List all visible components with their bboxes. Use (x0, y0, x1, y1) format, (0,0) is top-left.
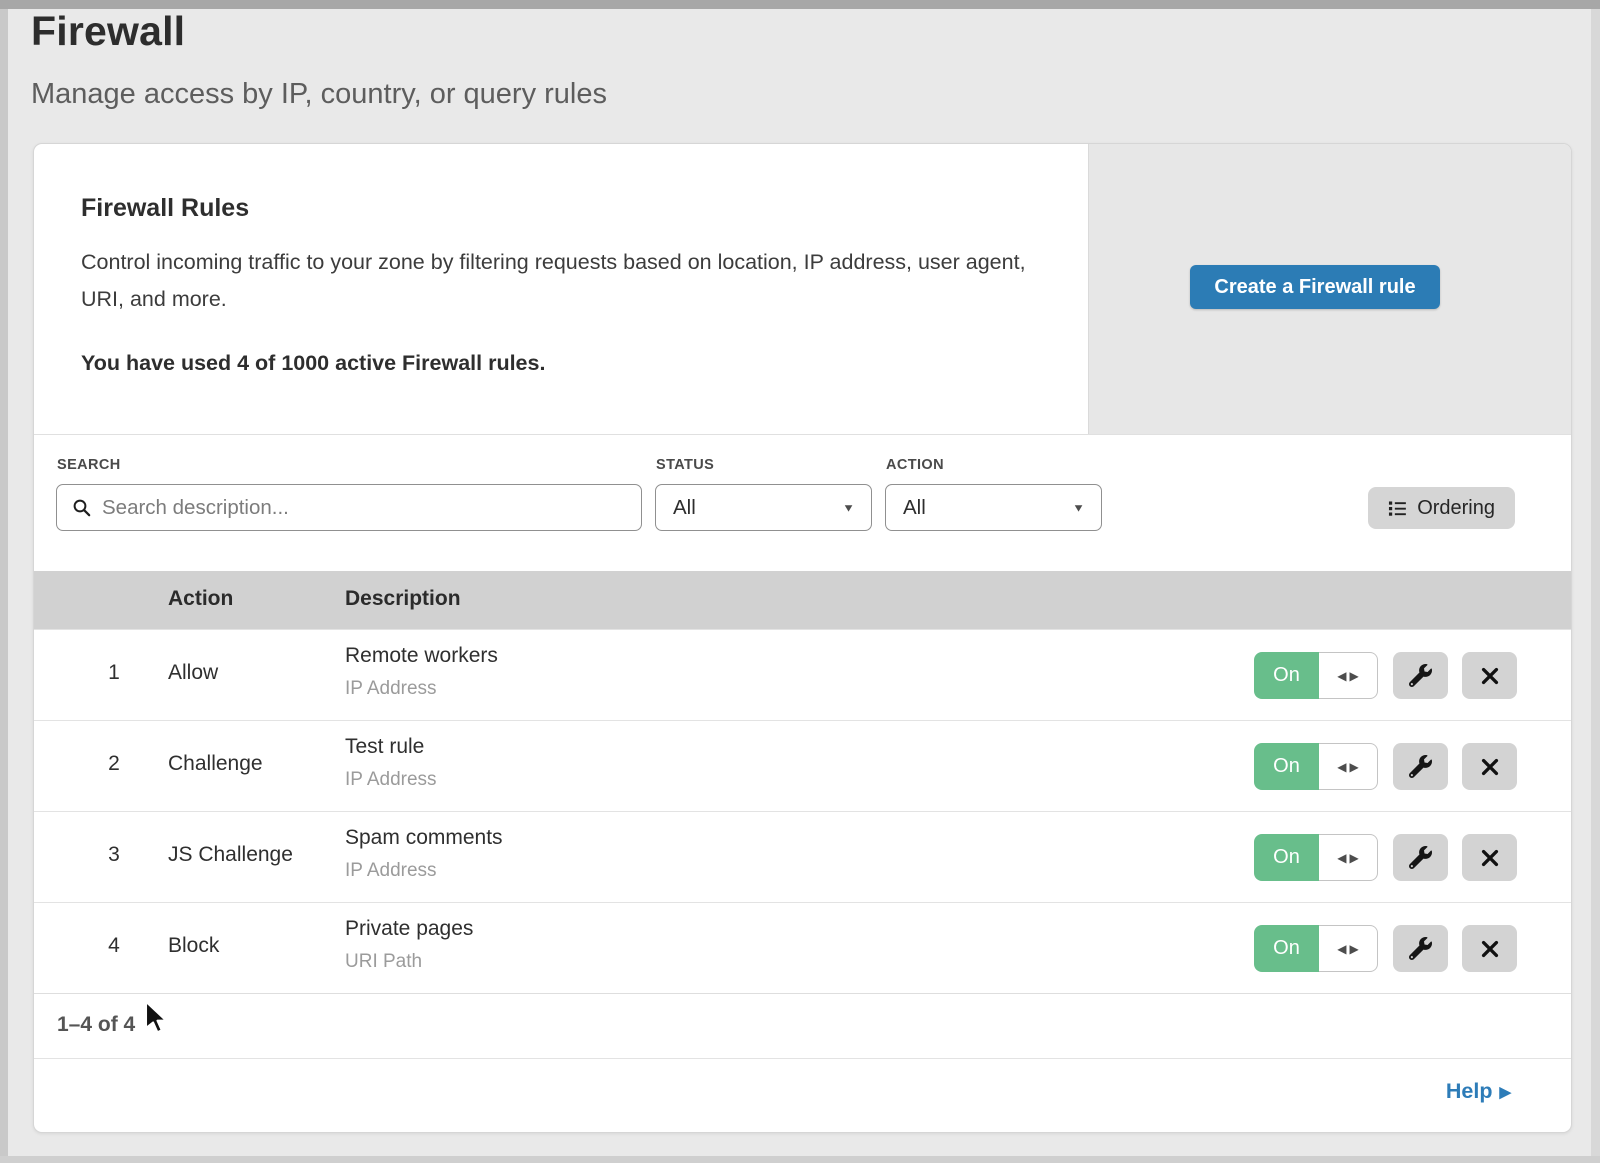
toggle-handle[interactable]: ◀ ▶ (1319, 925, 1378, 972)
rule-priority: 3 (94, 843, 134, 867)
toggle-on-label[interactable]: On (1254, 834, 1319, 881)
action-label: ACTION (886, 457, 944, 473)
table-row: 3 JS Challenge Spam comments IP Address … (34, 811, 1571, 902)
rule-enabled-toggle[interactable]: On ◀ ▶ (1254, 652, 1378, 699)
wrench-icon (1409, 664, 1432, 687)
column-header-action: Action (168, 587, 233, 611)
search-input[interactable] (92, 496, 641, 520)
chevron-right-icon: ▶ (1350, 942, 1359, 956)
overview-heading: Firewall Rules (81, 194, 249, 223)
chevron-right-icon: ▶ (1350, 851, 1359, 865)
status-select-value: All (673, 496, 696, 520)
page-title: Firewall (31, 8, 185, 55)
toggle-handle[interactable]: ◀ ▶ (1319, 834, 1378, 881)
ordering-button[interactable]: Ordering (1368, 487, 1515, 529)
chevron-down-icon: ▼ (1072, 501, 1085, 514)
rule-field: URI Path (345, 951, 422, 973)
rule-description: Spam comments (345, 826, 503, 850)
rule-description: Private pages (345, 917, 473, 941)
table-row: 4 Block Private pages URI Path On ◀ ▶ (34, 902, 1571, 993)
chevron-right-icon: ▶ (1350, 760, 1359, 774)
overview-usage: You have used 4 of 1000 active Firewall … (81, 351, 545, 376)
edit-rule-button[interactable] (1393, 743, 1448, 790)
close-icon (1479, 847, 1501, 869)
rule-field: IP Address (345, 769, 437, 791)
close-icon (1479, 938, 1501, 960)
delete-rule-button[interactable] (1462, 834, 1517, 881)
delete-rule-button[interactable] (1462, 925, 1517, 972)
rule-action: Challenge (168, 752, 263, 776)
edit-rule-button[interactable] (1393, 834, 1448, 881)
wrench-icon (1409, 937, 1432, 960)
pagination-range: 1–4 of 4 (57, 1013, 135, 1037)
chevron-left-icon: ◀ (1337, 942, 1346, 956)
rule-description: Test rule (345, 735, 424, 759)
close-icon (1479, 665, 1501, 687)
help-arrow-icon: ▶ (1499, 1083, 1511, 1101)
search-label: SEARCH (57, 457, 121, 473)
action-select[interactable]: All ▼ (885, 484, 1102, 531)
wrench-icon (1409, 755, 1432, 778)
page-subtitle: Manage access by IP, country, or query r… (31, 78, 607, 111)
rule-action: Allow (168, 661, 218, 685)
window-edge-left (0, 9, 8, 1163)
rule-priority: 2 (94, 752, 134, 776)
chevron-left-icon: ◀ (1337, 669, 1346, 683)
pagination-bar: 1–4 of 4 (34, 993, 1571, 1058)
overview-section: Firewall Rules Control incoming traffic … (34, 144, 1571, 434)
firewall-rules-card: Firewall Rules Control incoming traffic … (33, 143, 1572, 1133)
edit-rule-button[interactable] (1393, 925, 1448, 972)
table-row: 2 Challenge Test rule IP Address On ◀ ▶ (34, 720, 1571, 811)
toggle-handle[interactable]: ◀ ▶ (1319, 652, 1378, 699)
create-rule-panel: Create a Firewall rule (1088, 144, 1571, 434)
filter-bar: SEARCH STATUS All ▼ ACTION All ▼ (34, 434, 1571, 571)
overview-description: Control incoming traffic to your zone by… (81, 244, 1071, 318)
toggle-on-label[interactable]: On (1254, 925, 1319, 972)
chevron-down-icon: ▼ (842, 501, 855, 514)
edit-rule-button[interactable] (1393, 652, 1448, 699)
card-footer: Help ▶ (34, 1058, 1571, 1133)
rule-enabled-toggle[interactable]: On ◀ ▶ (1254, 743, 1378, 790)
rule-field: IP Address (345, 678, 437, 700)
window-edge-right (1591, 9, 1600, 1163)
toggle-on-label[interactable]: On (1254, 743, 1319, 790)
window-edge-top (0, 0, 1600, 9)
rule-action: JS Challenge (168, 843, 293, 867)
close-icon (1479, 756, 1501, 778)
rule-field: IP Address (345, 860, 437, 882)
rule-priority: 1 (94, 661, 134, 685)
ordered-list-icon (1388, 499, 1407, 518)
toggle-handle[interactable]: ◀ ▶ (1319, 743, 1378, 790)
chevron-left-icon: ◀ (1337, 760, 1346, 774)
firewall-page: Firewall Manage access by IP, country, o… (0, 0, 1600, 1163)
rule-description: Remote workers (345, 644, 498, 668)
search-icon (72, 498, 92, 518)
chevron-right-icon: ▶ (1350, 669, 1359, 683)
help-link[interactable]: Help ▶ (1446, 1079, 1511, 1104)
status-label: STATUS (656, 457, 714, 473)
table-header: Action Description (34, 571, 1571, 629)
toggle-on-label[interactable]: On (1254, 652, 1319, 699)
action-select-value: All (903, 496, 926, 520)
wrench-icon (1409, 846, 1432, 869)
rule-enabled-toggle[interactable]: On ◀ ▶ (1254, 834, 1378, 881)
rule-enabled-toggle[interactable]: On ◀ ▶ (1254, 925, 1378, 972)
delete-rule-button[interactable] (1462, 652, 1517, 699)
help-link-label: Help (1446, 1079, 1493, 1104)
window-edge-bottom (0, 1156, 1600, 1163)
status-select[interactable]: All ▼ (655, 484, 872, 531)
rule-priority: 4 (94, 934, 134, 958)
table-row: 1 Allow Remote workers IP Address On ◀ ▶ (34, 629, 1571, 720)
ordering-button-label: Ordering (1417, 497, 1495, 520)
chevron-left-icon: ◀ (1337, 851, 1346, 865)
create-firewall-rule-button[interactable]: Create a Firewall rule (1190, 265, 1440, 309)
search-box[interactable] (56, 484, 642, 531)
delete-rule-button[interactable] (1462, 743, 1517, 790)
column-header-description: Description (345, 587, 461, 611)
rule-action: Block (168, 934, 219, 958)
